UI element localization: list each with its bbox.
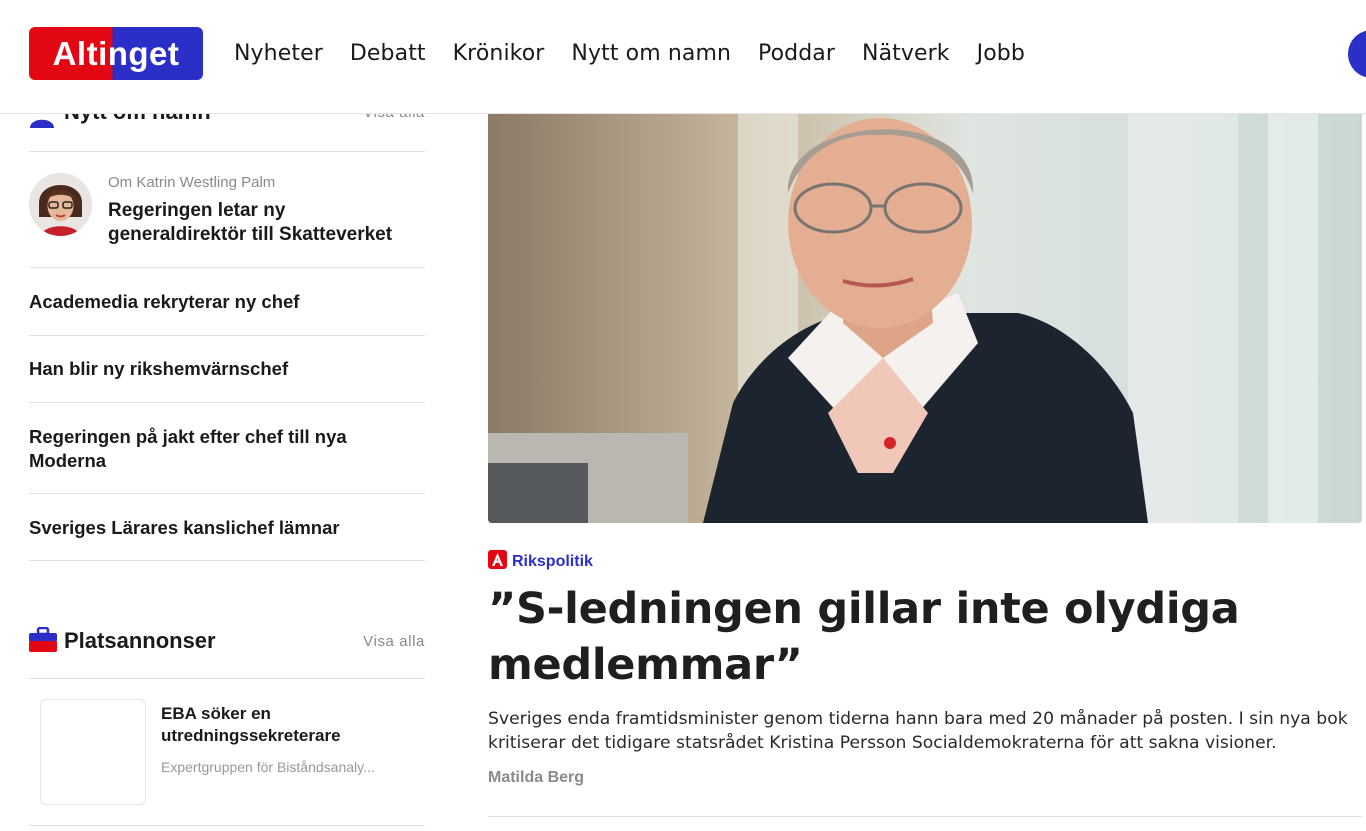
- nav-item-natverk[interactable]: Nätverk: [862, 38, 950, 70]
- article-byline: Matilda Berg: [488, 769, 585, 786]
- divider: [29, 493, 425, 494]
- briefcase-icon: [29, 626, 57, 658]
- divider: [488, 816, 1362, 817]
- list-item[interactable]: Academedia rekryterar ny chef: [29, 290, 425, 314]
- job-listing[interactable]: EBA söker en utredningssekreterare Exper…: [40, 699, 425, 805]
- article-headline[interactable]: ”S-ledningen gillar inte olydiga medlemm…: [488, 581, 1348, 693]
- nav-item-jobb[interactable]: Jobb: [977, 38, 1025, 70]
- article-hero-image[interactable]: [488, 113, 1362, 523]
- article-lead: Sveriges enda framtidsminister genom tid…: [488, 709, 1348, 753]
- platsannonser-header: Platsannonser Visa alla: [29, 624, 425, 664]
- list-item[interactable]: Han blir ny rikshemvärnschef: [29, 357, 425, 381]
- section-title: Platsannonser: [64, 628, 216, 653]
- divider: [29, 560, 425, 561]
- visa-alla-link[interactable]: Visa alla: [363, 633, 425, 650]
- logo-text: Altinget: [52, 34, 180, 72]
- divider: [29, 402, 425, 403]
- profile-button[interactable]: [1348, 30, 1366, 78]
- site-header: Altinget Nyheter Debatt Krönikor Nytt om…: [0, 0, 1366, 114]
- nav-item-kronikor[interactable]: Krönikor: [453, 38, 545, 70]
- divider: [29, 335, 425, 336]
- nav-item-nyheter[interactable]: Nyheter: [234, 38, 323, 70]
- list-item[interactable]: Sveriges Lärares kanslichef lämnar: [29, 516, 425, 540]
- main-nav: Nyheter Debatt Krönikor Nytt om namn Pod…: [234, 38, 1025, 70]
- avatar: [29, 173, 92, 236]
- company-logo: [40, 699, 146, 805]
- divider: [29, 825, 425, 826]
- nav-item-poddar[interactable]: Poddar: [758, 38, 835, 70]
- divider: [29, 678, 425, 679]
- nav-item-nytt-om-namn[interactable]: Nytt om namn: [571, 38, 731, 70]
- nav-item-debatt[interactable]: Debatt: [350, 38, 426, 70]
- altinget-a-icon: [488, 550, 507, 574]
- divider: [29, 151, 425, 152]
- featured-headline[interactable]: Regeringen letar ny generaldirektör till…: [108, 199, 428, 247]
- category-link[interactable]: Rikspolitik: [488, 550, 593, 574]
- list-item[interactable]: Regeringen på jakt efter chef till nya M…: [29, 425, 425, 473]
- job-company: Expertgruppen för Biståndsanaly...: [161, 759, 375, 775]
- job-title[interactable]: EBA söker en utredningssekreterare: [161, 703, 421, 747]
- divider: [29, 267, 425, 268]
- person-meta: Om Katrin Westling Palm: [108, 174, 276, 191]
- altinget-logo[interactable]: Altinget: [29, 27, 203, 80]
- category-label: Rikspolitik: [512, 553, 593, 570]
